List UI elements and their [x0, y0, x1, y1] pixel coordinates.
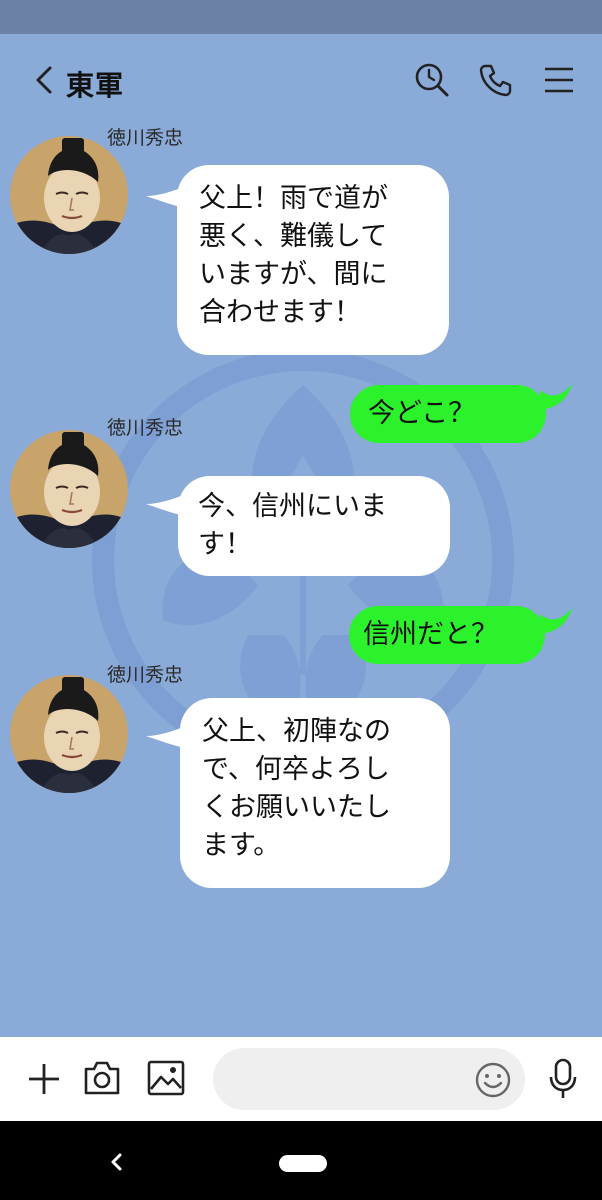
- message-line: ます。: [202, 830, 281, 861]
- chat-title: 東軍: [66, 69, 125, 102]
- input-bar: [0, 1037, 602, 1121]
- message-line: 今、信州にいま: [198, 491, 387, 522]
- avatar[interactable]: [10, 430, 128, 548]
- message-line: 悪く、難儀して: [199, 221, 388, 252]
- message-line: 合わせます！: [199, 297, 361, 328]
- message-line: 今どこ？: [368, 398, 476, 429]
- plus-icon[interactable]: [26, 1061, 62, 1097]
- emoji-icon[interactable]: [474, 1061, 512, 1099]
- message-bubble-outgoing[interactable]: 今どこ？: [350, 385, 546, 443]
- nav-home-pill[interactable]: [279, 1155, 327, 1172]
- message-line: す！: [198, 529, 252, 560]
- message-bubble-incoming[interactable]: 父上、初陣なの で、何卒よろし くお願いいたし ます。: [180, 698, 450, 888]
- message-line: で、何卒よろし: [202, 754, 390, 785]
- avatar[interactable]: [10, 675, 128, 793]
- status-bar: [0, 0, 602, 34]
- phone-icon[interactable]: [476, 60, 516, 100]
- camera-icon[interactable]: [82, 1059, 122, 1097]
- nav-back-icon[interactable]: [100, 1145, 134, 1179]
- message-line: 信州だと？: [363, 619, 498, 650]
- bubble-tail: [540, 384, 572, 410]
- message-line: 父上！雨で道が: [199, 183, 388, 214]
- message-bubble-incoming[interactable]: 父上！雨で道が 悪く、難儀して いますが、間に 合わせます！: [177, 165, 449, 355]
- message-bubble-incoming[interactable]: 今、信州にいま す！: [178, 476, 450, 576]
- history-search-icon[interactable]: [412, 60, 452, 100]
- message-line: くお願いいたし: [202, 792, 391, 823]
- sender-name: 徳川秀忠: [107, 664, 184, 686]
- avatar[interactable]: [10, 136, 128, 254]
- chat-header: 東軍: [0, 34, 602, 124]
- image-icon[interactable]: [146, 1059, 186, 1097]
- sender-name: 徳川秀忠: [107, 127, 184, 149]
- message-line: いますが、間に: [199, 259, 388, 290]
- menu-icon[interactable]: [539, 60, 579, 100]
- message-bubble-outgoing[interactable]: 信州だと？: [349, 606, 545, 664]
- sender-name: 徳川秀忠: [107, 417, 184, 439]
- bubble-tail: [540, 608, 572, 634]
- message-line: 父上、初陣なの: [202, 716, 391, 747]
- microphone-icon[interactable]: [546, 1057, 580, 1101]
- back-chevron-icon[interactable]: [30, 62, 60, 98]
